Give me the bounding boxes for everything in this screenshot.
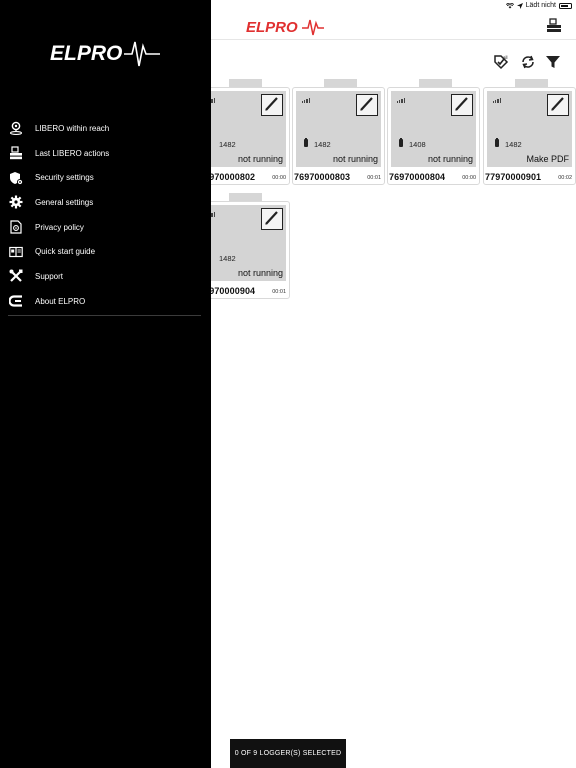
menu-item-quick-start-guide[interactable]: Quick start guide — [0, 239, 211, 264]
menu-label: Security settings — [35, 173, 94, 183]
drawer-logo: ELPRO — [50, 38, 162, 73]
logger-card[interactable]: 1482 Make PDF 77970000901 00:02 — [483, 79, 576, 185]
book-icon — [9, 245, 23, 259]
menu-item-privacy-policy[interactable]: Privacy policy — [0, 215, 211, 240]
logger-card[interactable]: 1482 not running 76970000803 00:01 — [292, 79, 385, 185]
logger-card-tab — [229, 79, 262, 87]
logger-status: Make PDF — [526, 154, 569, 164]
logger-card-tab — [324, 79, 357, 87]
logger-status: not running — [427, 154, 473, 164]
logger-history-icon — [9, 146, 23, 160]
logger-display: 1408 not running — [391, 91, 476, 167]
logger-time: 00:01 — [272, 289, 286, 295]
drawer-divider — [8, 315, 201, 316]
edit-checkbox-icon — [356, 94, 378, 116]
menu-label: General settings — [35, 197, 94, 207]
menu-item-support[interactable]: Support — [0, 264, 211, 289]
logger-card[interactable]: 1408 not running 76970000804 00:00 — [387, 79, 480, 185]
menu-label: Last LIBERO actions — [35, 148, 110, 158]
menu-item-general-settings[interactable]: General settings — [0, 190, 211, 215]
elpro-e-icon — [9, 294, 23, 308]
select-all-icon[interactable]: all — [493, 54, 509, 70]
logger-id: 76970000804 — [389, 172, 446, 182]
logger-display-value: 1482 — [219, 140, 236, 149]
tools-icon — [9, 269, 23, 283]
drawer-menu: LIBERO within reach Last LIBERO actions … — [0, 116, 211, 314]
logger-time: 00:02 — [558, 175, 572, 181]
menu-item-last-libero-actions[interactable]: Last LIBERO actions — [0, 141, 211, 166]
drawer-logo-text: ELPRO — [50, 42, 122, 65]
signal-strength-icon — [397, 98, 405, 103]
filter-icon[interactable] — [545, 54, 561, 70]
navigation-drawer: ELPRO LIBERO within reach Last LIBERO ac… — [0, 0, 211, 768]
signal-strength-icon — [302, 98, 310, 103]
edit-checkbox-icon — [451, 94, 473, 116]
edit-checkbox-icon — [547, 94, 569, 116]
menu-item-libero-within-reach[interactable]: LIBERO within reach — [0, 116, 211, 141]
menu-label: LIBERO within reach — [35, 123, 110, 133]
logger-display-value: 1408 — [409, 140, 426, 149]
logger-card-tab — [229, 193, 262, 201]
logger-display-value: 1482 — [505, 140, 522, 149]
battery-icon — [304, 137, 308, 147]
signal-strength-icon — [493, 98, 501, 103]
menu-label: Support — [35, 271, 64, 281]
logger-display-value: 1482 — [219, 254, 236, 263]
gear-icon — [9, 195, 23, 209]
logger-stack-icon[interactable] — [546, 18, 562, 34]
battery-icon — [495, 137, 499, 147]
logger-id: 77970000901 — [485, 172, 542, 182]
logger-time: 00:01 — [367, 175, 381, 181]
logger-display-value: 1482 — [314, 140, 331, 149]
edit-checkbox-icon — [261, 94, 283, 116]
logger-status: not running — [237, 268, 283, 278]
logger-display: 1482 Make PDF — [487, 91, 572, 167]
charging-status-text: Lädt nicht — [525, 2, 556, 9]
menu-label: Quick start guide — [35, 247, 96, 257]
edit-checkbox-icon — [261, 208, 283, 230]
menu-label: Privacy policy — [35, 222, 84, 232]
privacy-document-icon — [9, 220, 23, 234]
logger-display: 1482 not running — [296, 91, 381, 167]
logger-time: 00:00 — [462, 175, 476, 181]
selection-status-bar: 0 OF 9 LOGGER(S) SELECTED — [230, 739, 346, 768]
svg-text:all: all — [503, 55, 508, 60]
shield-gear-icon — [9, 171, 23, 185]
menu-label: About ELPRO — [35, 296, 86, 306]
header-logo: ELPRO — [246, 17, 326, 42]
battery-icon — [399, 137, 403, 147]
logger-id: 76970000803 — [294, 172, 351, 182]
battery-icon — [559, 2, 572, 9]
header-logo-text: ELPRO — [246, 19, 298, 36]
logger-status: not running — [332, 154, 378, 164]
logger-card-tab — [515, 79, 548, 87]
location-pin-icon — [9, 121, 23, 136]
location-arrow-icon — [516, 2, 523, 9]
menu-item-security-settings[interactable]: Security settings — [0, 165, 211, 190]
menu-item-about-elpro[interactable]: About ELPRO — [0, 289, 211, 314]
logger-display: 1482 not running — [201, 91, 286, 167]
wifi-icon — [505, 2, 514, 8]
logger-time: 00:00 — [272, 175, 286, 181]
refresh-icon[interactable] — [520, 54, 536, 70]
logger-card-tab — [419, 79, 452, 87]
logger-display: 1482 not running — [201, 205, 286, 281]
logger-status: not running — [237, 154, 283, 164]
